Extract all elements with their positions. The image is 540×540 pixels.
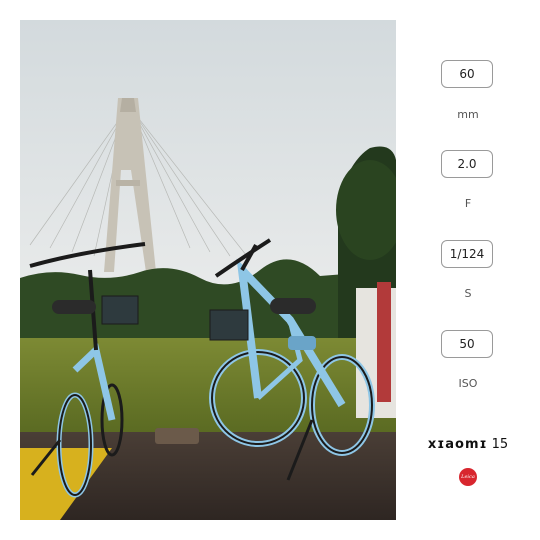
brand-name: xɪaomɪ bbox=[427, 437, 488, 452]
iso-unit: ISO bbox=[458, 377, 478, 390]
iso-value: 50 bbox=[441, 330, 493, 358]
aperture-value: 2.0 bbox=[441, 150, 493, 178]
leica-logo-icon: Leica bbox=[459, 468, 477, 486]
brand-label: xɪaomɪ 15 bbox=[410, 437, 526, 452]
aperture-unit: F bbox=[464, 197, 472, 210]
photo bbox=[20, 20, 396, 520]
shutter-speed-value: 1/124 bbox=[441, 240, 493, 268]
focal-length-value: 60 bbox=[441, 60, 493, 88]
leica-logo-text: Leica bbox=[461, 474, 475, 480]
brand-model: 15 bbox=[491, 437, 509, 452]
exif-panel: 60 mm 2.0 F 1/124 S 50 ISO xɪaomɪ 15 Leic… bbox=[410, 20, 526, 520]
focal-length-unit: mm bbox=[457, 108, 479, 121]
shutter-speed-unit: S bbox=[464, 287, 472, 300]
